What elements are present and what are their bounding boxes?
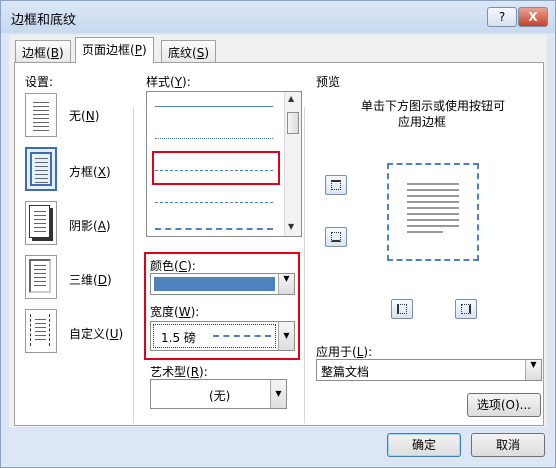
art-value: (无) bbox=[209, 389, 231, 403]
dropdown-arrow-icon[interactable]: ▼ bbox=[278, 274, 294, 294]
style-dash-dot[interactable] bbox=[155, 228, 273, 230]
divider bbox=[133, 107, 134, 423]
style-scrollbar[interactable]: ▲ ▼ bbox=[284, 92, 301, 236]
apply-dropdown[interactable]: 整篇文档 ▼ bbox=[316, 359, 542, 381]
color-swatch bbox=[154, 277, 275, 291]
art-dropdown[interactable]: (无) ▼ bbox=[150, 379, 287, 409]
cancel-button[interactable]: 取消 bbox=[471, 433, 545, 457]
art-label: 艺术型(R): bbox=[150, 365, 208, 379]
color-dropdown[interactable]: ▼ bbox=[150, 273, 295, 295]
setting-box-label[interactable]: 方框(X) bbox=[69, 163, 111, 180]
preview-hint-2: 应用边框 bbox=[398, 115, 447, 129]
divider bbox=[304, 107, 305, 423]
bottom-border-icon[interactable] bbox=[325, 227, 347, 247]
left-border-icon[interactable] bbox=[391, 299, 413, 319]
tab-shading[interactable]: 底纹(S) bbox=[161, 40, 217, 62]
settings-heading: 设置: bbox=[25, 75, 54, 89]
setting-custom-icon[interactable] bbox=[25, 309, 57, 353]
right-border-icon[interactable] bbox=[455, 299, 477, 319]
width-label: 宽度(W): bbox=[150, 305, 200, 319]
tab-borders[interactable]: 边框(B) bbox=[15, 40, 71, 62]
help-button[interactable]: ? bbox=[487, 7, 517, 27]
width-value: 1.5 磅 bbox=[161, 331, 196, 345]
setting-shadow-label[interactable]: 阴影(A) bbox=[69, 217, 111, 234]
apply-label: 应用于(L): bbox=[316, 345, 373, 359]
width-line-sample bbox=[213, 335, 271, 337]
scroll-down-icon[interactable]: ▼ bbox=[288, 222, 294, 231]
scroll-thumb[interactable] bbox=[287, 112, 299, 134]
page-border-panel: 设置: 无(N) 方框(X) 阴影(A) 三维(D) 自定义(U) 样式(Y):… bbox=[14, 62, 544, 426]
preview-text-lines bbox=[407, 183, 459, 233]
setting-3d-label[interactable]: 三维(D) bbox=[69, 271, 112, 288]
style-dashed[interactable] bbox=[155, 202, 273, 203]
width-dropdown[interactable]: 1.5 磅 ▼ bbox=[150, 321, 295, 351]
borders-shading-dialog: 边框和底纹 ? X 边框(B) 页面边框(P) 底纹(S) 设置: 无(N) 方… bbox=[0, 0, 556, 468]
dropdown-arrow-icon[interactable]: ▼ bbox=[278, 322, 294, 350]
setting-3d-icon[interactable] bbox=[25, 255, 57, 299]
title-bar: 边框和底纹 ? X bbox=[1, 1, 555, 33]
preview-page[interactable] bbox=[387, 163, 479, 261]
style-heading: 样式(Y): bbox=[146, 75, 191, 89]
dropdown-arrow-icon[interactable]: ▼ bbox=[270, 380, 286, 408]
setting-none-label[interactable]: 无(N) bbox=[69, 107, 99, 124]
dialog-title: 边框和底纹 bbox=[11, 13, 77, 28]
close-button[interactable]: X bbox=[518, 7, 548, 27]
scroll-up-icon[interactable]: ▲ bbox=[288, 94, 294, 103]
top-border-icon[interactable] bbox=[325, 175, 347, 195]
tab-page-border[interactable]: 页面边框(P) bbox=[75, 37, 154, 63]
style-solid[interactable] bbox=[155, 106, 273, 107]
preview-heading: 预览 bbox=[316, 75, 341, 89]
setting-box-icon[interactable] bbox=[25, 147, 57, 191]
setting-custom-label[interactable]: 自定义(U) bbox=[69, 325, 123, 342]
apply-value: 整篇文档 bbox=[321, 365, 370, 379]
preview-hint-1: 单击下方图示或使用按钮可 bbox=[361, 99, 506, 113]
dialog-body: 边框(B) 页面边框(P) 底纹(S) 设置: 无(N) 方框(X) 阴影(A)… bbox=[9, 35, 547, 427]
color-label: 颜色(C): bbox=[150, 259, 196, 273]
setting-none-icon[interactable] bbox=[25, 93, 57, 137]
selected-style-highlight bbox=[152, 151, 280, 185]
options-button[interactable]: 选项(O)... bbox=[467, 393, 541, 417]
style-dotted[interactable] bbox=[155, 138, 273, 139]
dropdown-arrow-icon[interactable]: ▼ bbox=[525, 360, 541, 380]
setting-shadow-icon[interactable] bbox=[25, 201, 57, 245]
ok-button[interactable]: 确定 bbox=[387, 433, 461, 457]
